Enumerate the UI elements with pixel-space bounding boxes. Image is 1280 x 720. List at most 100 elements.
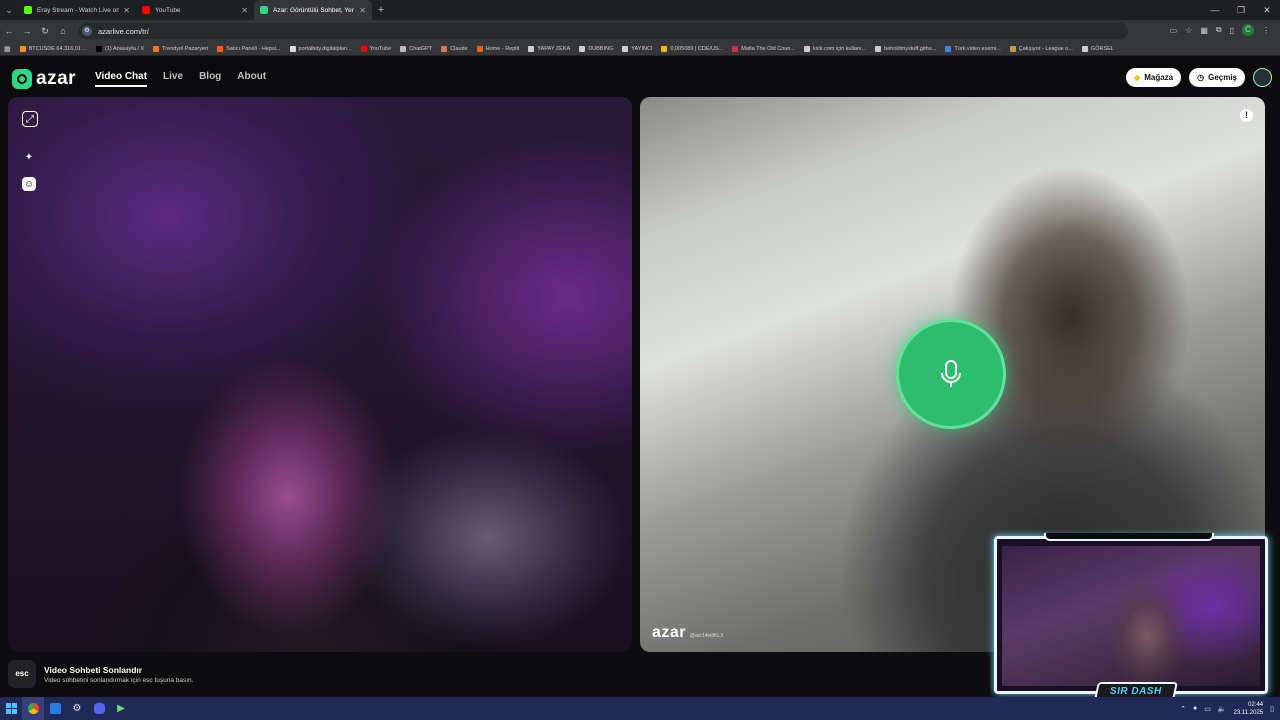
bookmark-label: GÖRSEL	[1090, 45, 1114, 52]
bookmark-favicon-icon	[803, 45, 810, 52]
nav-blog[interactable]: Blog	[199, 71, 221, 87]
tab-label: Azar: Görüntülü Sohbet, Yer	[273, 6, 354, 14]
bookmark-item[interactable]: Claude	[441, 45, 468, 52]
notification-icon[interactable]: ▯	[1270, 705, 1274, 713]
bookmark-item[interactable]: portalbdy.digitalplan...	[289, 45, 352, 52]
bookmark-label: BTCUSDE 64.316,01 ...	[28, 45, 88, 52]
apps-grid-icon[interactable]: ▦	[4, 45, 11, 53]
star-icon[interactable]: ☆	[1185, 26, 1192, 35]
sidebar-icon[interactable]: ▯	[1230, 26, 1234, 35]
clock-time: 02:44	[1248, 701, 1264, 708]
puzzle-icon[interactable]: ⧉	[1216, 25, 1222, 35]
face-filter-icon[interactable]: ☺	[22, 177, 36, 191]
settings-gear-icon[interactable]: ⚙	[66, 697, 88, 720]
bookmark-item[interactable]: GÖRSEL	[1081, 45, 1114, 52]
bookmark-item[interactable]: YAPAY ZEKA	[528, 45, 570, 52]
bookmark-favicon-icon	[661, 45, 668, 52]
kick-favicon-icon	[24, 6, 32, 14]
expand-icon[interactable]: ⤢	[22, 111, 38, 127]
bookmark-item[interactable]: YouTube	[360, 45, 391, 52]
bookmark-item[interactable]: Türk video esemi...	[945, 45, 1001, 52]
mail-icon[interactable]	[44, 697, 66, 720]
tab-kick[interactable]: Eray Stream - Watch Live on Ki ✕	[18, 0, 136, 20]
store-button[interactable]: ◆ Mağaza	[1126, 68, 1182, 87]
report-icon[interactable]: !	[1240, 109, 1253, 122]
reload-icon[interactable]: ↻	[36, 26, 54, 37]
microphone-icon	[941, 360, 961, 387]
network-icon[interactable]: ▭	[1204, 705, 1211, 713]
bookmark-item[interactable]: Home - Replit	[476, 45, 519, 52]
clock[interactable]: 02:44 23.11.2025	[1234, 701, 1264, 717]
profile-avatar[interactable]: C	[1242, 24, 1254, 36]
nav-video-chat[interactable]: Video Chat	[95, 71, 148, 87]
bookmark-label: 0,005089 | CDE/US...	[670, 45, 724, 52]
url-text: azarlive.com/tr/	[98, 26, 149, 36]
bookmark-item[interactable]: Satıcı Paneli - Hepsi...	[217, 45, 281, 52]
restore-icon[interactable]: ❐	[1228, 0, 1254, 20]
close-window-icon[interactable]: ✕	[1254, 0, 1280, 20]
nav-live[interactable]: Live	[163, 71, 183, 87]
volume-icon[interactable]: 🔈	[1218, 705, 1227, 713]
tab-azar[interactable]: Azar: Görüntülü Sohbet, Yer ✕	[254, 0, 372, 20]
main-nav: Video Chat Live Blog About	[95, 71, 266, 87]
discord-icon[interactable]	[88, 697, 110, 720]
cast-icon[interactable]: ▭	[1170, 26, 1178, 35]
microphone-button[interactable]	[896, 319, 1006, 429]
self-video-feed: ⤢ ✦ ☺	[8, 97, 632, 652]
close-icon[interactable]: ✕	[241, 6, 248, 15]
bookmark-item[interactable]: Çalışıyor - League o...	[1009, 45, 1073, 52]
youtube-favicon-icon	[142, 6, 150, 14]
bookmark-label: Türk video esemi...	[954, 45, 1001, 52]
bookmark-favicon-icon	[476, 45, 483, 52]
bookmark-item[interactable]: Trendyol Pazaryeri	[153, 45, 209, 52]
chrome-icon[interactable]	[22, 697, 44, 720]
azar-logo-icon	[12, 69, 32, 89]
bookmark-item[interactable]: (1) Anasayfa / X	[96, 45, 144, 52]
azar-logo[interactable]: azar	[12, 68, 76, 90]
bookmark-item[interactable]: DUBBING	[579, 45, 613, 52]
bookmark-favicon-icon	[622, 45, 629, 52]
toolbar-actions: ▭ ☆ ▦ ⧉ ▯ C ⋮	[1170, 24, 1270, 36]
window-controls: — ❐ ✕	[1202, 0, 1280, 20]
bookmark-favicon-icon	[441, 45, 448, 52]
bookmark-label: beholdmystuff.githu...	[884, 45, 937, 52]
bookmark-item[interactable]: beholdmystuff.githu...	[875, 45, 937, 52]
start-button[interactable]	[0, 697, 22, 720]
minimize-icon[interactable]: —	[1202, 0, 1228, 20]
mic-tray-icon[interactable]: ●	[1193, 705, 1197, 712]
effects-sparkle-icon[interactable]: ✦	[22, 150, 36, 164]
media-play-icon[interactable]: ▶	[110, 697, 132, 720]
home-icon[interactable]: ⌂	[54, 26, 72, 36]
menu-kebab-icon[interactable]: ⋮	[1262, 26, 1270, 35]
extension-icon[interactable]: ▦	[1200, 26, 1208, 35]
gem-icon: ◆	[1134, 73, 1141, 82]
nav-about[interactable]: About	[237, 71, 266, 87]
forward-arrow-icon[interactable]: →	[18, 26, 36, 36]
close-icon[interactable]: ✕	[123, 6, 130, 15]
esc-key-button[interactable]: esc	[8, 660, 36, 688]
user-avatar[interactable]	[1253, 68, 1272, 87]
bookmark-item[interactable]: BTCUSDE 64.316,01 ...	[19, 45, 88, 52]
new-tab-plus-icon[interactable]: +	[372, 4, 390, 16]
history-label: Geçmiş	[1208, 73, 1237, 82]
address-bar[interactable]: ⚙ azarlive.com/tr/	[78, 23, 1128, 39]
tab-youtube[interactable]: YouTube ✕	[136, 0, 254, 20]
bookmark-favicon-icon	[360, 45, 367, 52]
bookmark-item[interactable]: ChatGPT	[400, 45, 432, 52]
bookmark-item[interactable]: kick.com için kullanı...	[803, 45, 866, 52]
tab-search-icon[interactable]: ⌄	[0, 0, 18, 20]
history-button[interactable]: ◷ Geçmiş	[1189, 68, 1245, 87]
bookmark-favicon-icon	[217, 45, 224, 52]
bookmark-label: Satıcı Paneli - Hepsi...	[226, 45, 281, 52]
close-icon[interactable]: ✕	[359, 6, 366, 15]
streamer-name: SIR DASH	[1110, 685, 1162, 697]
bookmark-item[interactable]: YAYINCI	[622, 45, 652, 52]
back-arrow-icon[interactable]: ←	[0, 26, 18, 36]
chevron-up-icon[interactable]: ⌃	[1180, 705, 1186, 713]
azar-header: azar Video Chat Live Blog About ◆ Mağaza…	[0, 57, 1280, 97]
bookmark-item[interactable]: Mafia The Old Coun...	[732, 45, 795, 52]
bookmark-item[interactable]: 0,005089 | CDE/US...	[661, 45, 724, 52]
site-info-icon[interactable]: ⚙	[82, 26, 92, 36]
bookmark-label: Trendyol Pazaryeri	[162, 45, 209, 52]
tab-label: Eray Stream - Watch Live on Ki	[37, 6, 120, 14]
